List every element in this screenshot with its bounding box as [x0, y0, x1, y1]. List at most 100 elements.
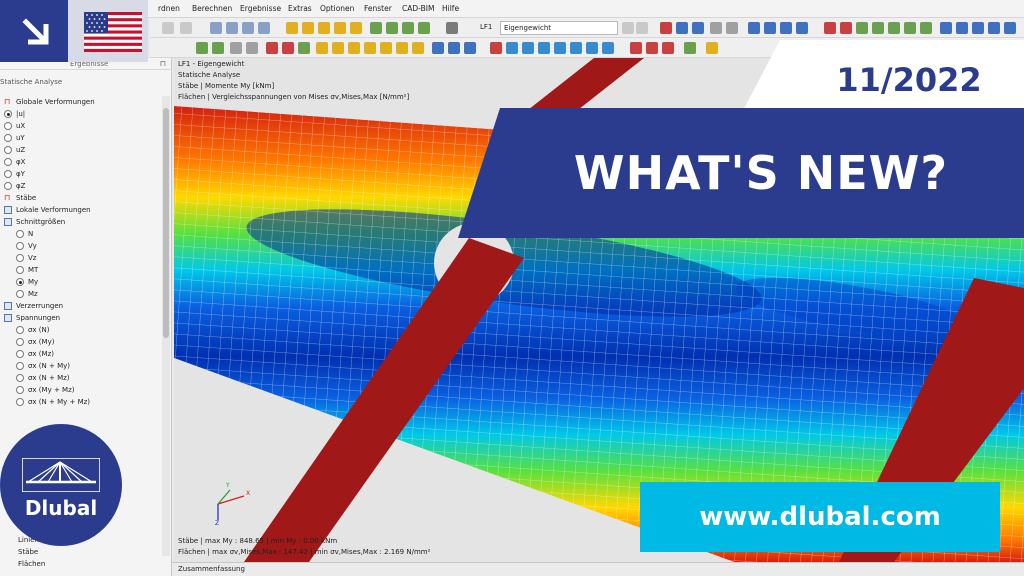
- display-icon[interactable]: [796, 22, 808, 34]
- model-icon[interactable]: [418, 22, 430, 34]
- radio-icon[interactable]: [4, 182, 12, 190]
- tool-icon[interactable]: [348, 42, 360, 54]
- display-icon[interactable]: [692, 22, 704, 34]
- tool-icon[interactable]: [646, 42, 658, 54]
- tool-icon[interactable]: [212, 42, 224, 54]
- nav-tree-item[interactable]: uZ: [0, 144, 162, 156]
- display-icon[interactable]: [764, 22, 776, 34]
- radio-icon[interactable]: [4, 122, 12, 130]
- display-icon[interactable]: [748, 22, 760, 34]
- tool-icon[interactable]: [904, 22, 916, 34]
- load-case-select[interactable]: Eigengewicht: [500, 21, 618, 35]
- tool-icon[interactable]: [490, 42, 502, 54]
- radio-icon[interactable]: [4, 134, 12, 142]
- redo-icon[interactable]: [180, 22, 192, 34]
- tool-icon[interactable]: [602, 42, 614, 54]
- display-icon[interactable]: [676, 22, 688, 34]
- pin-icon[interactable]: ⊓: [160, 58, 166, 70]
- view-icon[interactable]: [226, 22, 238, 34]
- tool-icon[interactable]: [364, 42, 376, 54]
- radio-icon[interactable]: [4, 146, 12, 154]
- tool-icon[interactable]: [538, 42, 550, 54]
- radio-icon[interactable]: [16, 350, 24, 358]
- deformation-group-icon[interactable]: ⊓: [4, 98, 12, 106]
- tool-icon[interactable]: [298, 42, 310, 54]
- tool-icon[interactable]: [630, 42, 642, 54]
- radio-icon[interactable]: [16, 374, 24, 382]
- summary-tab[interactable]: Zusammenfassung: [172, 562, 1024, 576]
- display-icon[interactable]: [780, 22, 792, 34]
- website-link[interactable]: www.dlubal.com: [640, 482, 1000, 552]
- chevron-right-icon[interactable]: [636, 22, 648, 34]
- results-icon[interactable]: [318, 22, 330, 34]
- tool-icon[interactable]: [380, 42, 392, 54]
- nav-tree-item[interactable]: σx (N + Mz): [0, 372, 162, 384]
- tool-icon[interactable]: [332, 42, 344, 54]
- tool-icon[interactable]: [684, 42, 696, 54]
- tool-icon[interactable]: [872, 22, 884, 34]
- nav-tree-item[interactable]: Lokale Verformungen: [0, 204, 162, 216]
- tool-icon[interactable]: [706, 42, 718, 54]
- tool-icon[interactable]: [856, 22, 868, 34]
- nav-tree-item[interactable]: φY: [0, 168, 162, 180]
- tool-icon[interactable]: [522, 42, 534, 54]
- nav-tree-item[interactable]: ⊓ Globale Verformungen: [0, 96, 162, 108]
- model-icon[interactable]: [402, 22, 414, 34]
- tool-icon[interactable]: [940, 22, 952, 34]
- tool-icon[interactable]: [840, 22, 852, 34]
- tool-icon[interactable]: [662, 42, 674, 54]
- nav-tree-item[interactable]: Verzerrungen: [0, 300, 162, 312]
- menu-koordinaten[interactable]: rdnen: [158, 4, 180, 13]
- nav-tree-item[interactable]: |u|: [0, 108, 162, 120]
- nav-tree-item[interactable]: σx (N): [0, 324, 162, 336]
- nav-tree-item[interactable]: φX: [0, 156, 162, 168]
- nav-tree-item[interactable]: σx (My): [0, 336, 162, 348]
- checkbox-icon[interactable]: [4, 302, 12, 310]
- tool-icon[interactable]: [554, 42, 566, 54]
- tool-icon[interactable]: [972, 22, 984, 34]
- tool-icon[interactable]: [266, 42, 278, 54]
- nav-tree-item[interactable]: Vy: [0, 240, 162, 252]
- chevron-left-icon[interactable]: [622, 22, 634, 34]
- model-icon[interactable]: [386, 22, 398, 34]
- view-icon[interactable]: [258, 22, 270, 34]
- menu-cad-bim[interactable]: CAD-BIM: [402, 4, 434, 13]
- radio-icon[interactable]: [16, 398, 24, 406]
- radio-icon[interactable]: [16, 290, 24, 298]
- model-icon[interactable]: [370, 22, 382, 34]
- radio-icon[interactable]: [16, 254, 24, 262]
- display-icon[interactable]: [726, 22, 738, 34]
- nav-bottom-item[interactable]: Flächen: [0, 558, 162, 570]
- radio-icon[interactable]: [16, 326, 24, 334]
- nav-tree-item[interactable]: σx (N + My + Mz): [0, 396, 162, 408]
- checkbox-icon[interactable]: [4, 218, 12, 226]
- radio-icon[interactable]: [4, 170, 12, 178]
- navigator-scrollbar[interactable]: [162, 96, 170, 556]
- menu-berechnen[interactable]: Berechnen: [192, 4, 232, 13]
- tool-icon[interactable]: [412, 42, 424, 54]
- nav-tree-item[interactable]: My: [0, 276, 162, 288]
- radio-icon[interactable]: [4, 110, 12, 118]
- checkbox-icon[interactable]: [4, 206, 12, 214]
- radio-icon[interactable]: [16, 242, 24, 250]
- nav-tree-item[interactable]: Mz: [0, 288, 162, 300]
- tool-icon[interactable]: [230, 42, 242, 54]
- tool-icon[interactable]: [888, 22, 900, 34]
- results-icon[interactable]: [334, 22, 346, 34]
- tool-icon[interactable]: [956, 22, 968, 34]
- nav-tree-item[interactable]: Schnittgrößen: [0, 216, 162, 228]
- nav-tree-item[interactable]: ⊓ Stäbe: [0, 192, 162, 204]
- display-icon[interactable]: [710, 22, 722, 34]
- nav-tree-item[interactable]: σx (My + Mz): [0, 384, 162, 396]
- tool-icon[interactable]: [282, 42, 294, 54]
- menu-ergebnisse[interactable]: Ergebnisse: [240, 4, 281, 13]
- nav-tree-item[interactable]: Vz: [0, 252, 162, 264]
- results-icon[interactable]: [302, 22, 314, 34]
- member-section-icon[interactable]: ⊓: [4, 194, 12, 202]
- nav-tree-item[interactable]: uY: [0, 132, 162, 144]
- results-icon[interactable]: [350, 22, 362, 34]
- tool-icon[interactable]: [586, 42, 598, 54]
- tool-icon[interactable]: [1004, 22, 1016, 34]
- tool-icon[interactable]: [988, 22, 1000, 34]
- tool-icon[interactable]: [464, 42, 476, 54]
